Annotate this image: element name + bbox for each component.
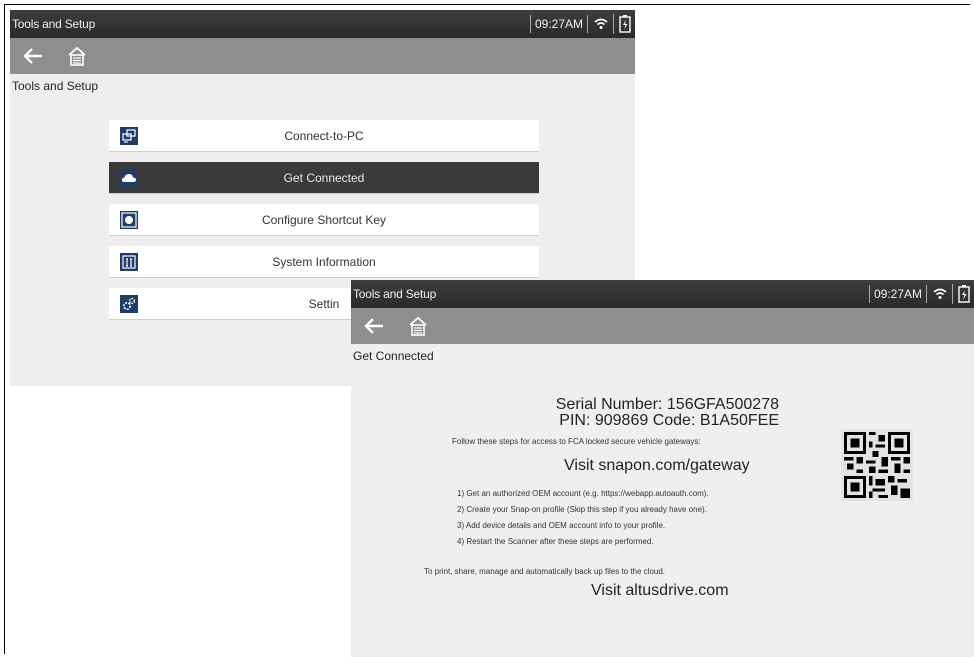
status-bar: Tools and Setup 09:27AM — [351, 280, 974, 308]
nav-bar — [10, 38, 635, 74]
back-arrow-icon[interactable] — [20, 43, 46, 69]
nav-bar — [351, 308, 974, 344]
qr-code-icon — [841, 429, 913, 501]
menu-item-label: Get Connected — [283, 170, 365, 185]
shortcut-key-icon — [120, 211, 138, 229]
follow-steps-text: Follow these steps for access to FCA loc… — [452, 437, 701, 446]
step-3: 3) Add device details and OEM account in… — [457, 521, 666, 530]
cloud-icon — [120, 169, 138, 187]
info-icon — [120, 253, 138, 271]
status-time: 09:27AM — [529, 15, 587, 33]
step-4: 4) Restart the Scanner after these steps… — [457, 537, 654, 546]
visit-gateway-link[interactable]: Visit snapon.com/gateway — [564, 457, 750, 475]
menu-item-label: Connect-to-PC — [284, 128, 364, 143]
serial-number: Serial Number: 156GFA500278 — [555, 396, 779, 413]
status-time: 09:27AM — [868, 285, 926, 303]
settings-gear-icon — [120, 295, 138, 313]
battery-icon — [952, 284, 974, 304]
menu-item-label: Configure Shortcut Key — [261, 212, 387, 227]
status-title: Tools and Setup — [12, 17, 96, 31]
battery-icon — [613, 14, 635, 34]
menu-item-label: System Information — [272, 254, 376, 269]
step-2: 2) Create your Snap-on profile (Skip thi… — [457, 505, 707, 514]
wifi-icon — [926, 285, 952, 303]
menu-item-configure-shortcut-key[interactable]: Configure Shortcut Key — [109, 204, 539, 236]
pc-connect-icon — [120, 127, 138, 145]
visit-altusdrive-link[interactable]: Visit altusdrive.com — [591, 582, 729, 600]
home-icon[interactable] — [64, 43, 90, 69]
menu-item-system-information[interactable]: System Information — [109, 246, 539, 278]
wifi-icon — [587, 15, 613, 33]
cloud-text: To print, share, manage and automaticall… — [424, 567, 666, 576]
step-1: 1) Get an authorized OEM account (e.g. h… — [457, 489, 709, 498]
back-arrow-icon[interactable] — [361, 313, 387, 339]
status-title: Tools and Setup — [353, 287, 437, 301]
breadcrumb: Get Connected — [353, 349, 434, 363]
home-icon[interactable] — [405, 313, 431, 339]
menu-item-connect-to-pc[interactable]: Connect-to-PC — [109, 120, 539, 152]
get-connected-screen: Tools and Setup 09:27AM Get Connected Se… — [351, 280, 974, 657]
pin-code: PIN: 909869 Code: B1A50FEE — [559, 412, 779, 429]
status-bar: Tools and Setup 09:27AM — [10, 10, 635, 38]
breadcrumb: Tools and Setup — [12, 79, 99, 93]
menu-item-get-connected[interactable]: Get Connected — [109, 162, 539, 194]
